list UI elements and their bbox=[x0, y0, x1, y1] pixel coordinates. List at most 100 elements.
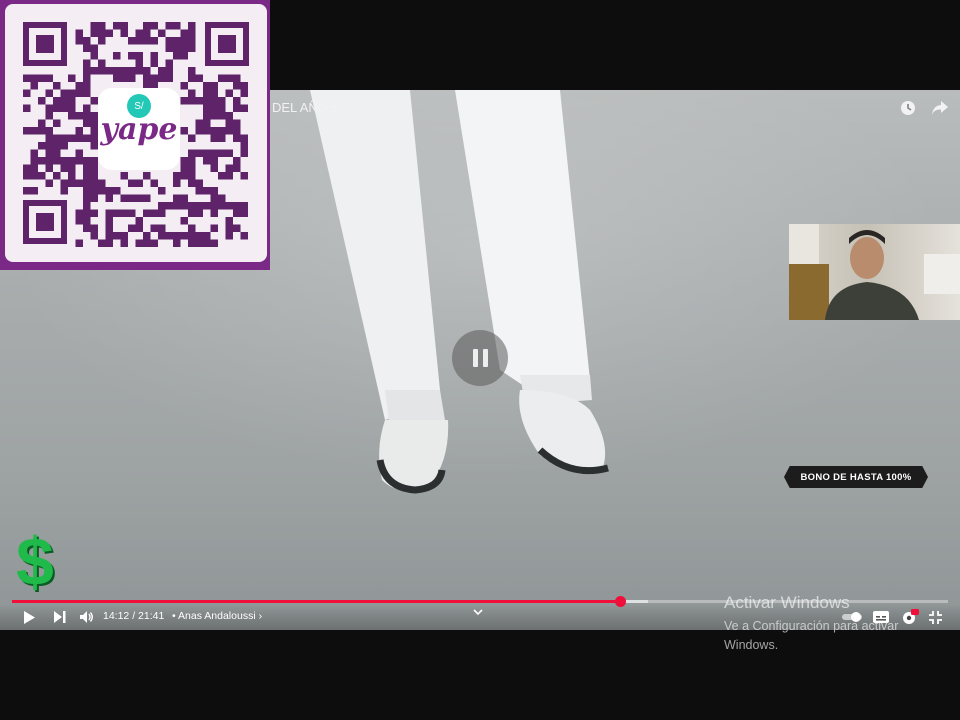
qr-module bbox=[23, 187, 31, 195]
webcam-feed bbox=[789, 224, 960, 320]
qr-module bbox=[180, 202, 188, 210]
qr-module bbox=[53, 97, 61, 105]
qr-module bbox=[150, 37, 158, 45]
qr-module bbox=[83, 59, 91, 67]
qr-module bbox=[75, 112, 83, 120]
qr-module bbox=[180, 44, 188, 52]
qr-module bbox=[105, 232, 113, 240]
qr-module bbox=[83, 202, 91, 210]
qr-module bbox=[188, 149, 196, 157]
qr-module bbox=[180, 127, 188, 135]
qr-module bbox=[68, 104, 76, 112]
qr-module bbox=[180, 194, 188, 202]
qr-module bbox=[165, 232, 173, 240]
qr-module bbox=[45, 142, 53, 150]
qr-module bbox=[53, 149, 61, 157]
qr-module bbox=[30, 157, 38, 165]
qr-module bbox=[210, 134, 218, 142]
qr-module bbox=[68, 97, 76, 105]
qr-module bbox=[150, 74, 158, 82]
qr-module bbox=[210, 209, 218, 217]
qr-module bbox=[75, 149, 83, 157]
qr-module bbox=[90, 29, 98, 37]
qr-module bbox=[233, 97, 241, 105]
qr-module bbox=[135, 224, 143, 232]
qr-module bbox=[23, 89, 31, 97]
center-pause-button[interactable] bbox=[452, 330, 508, 386]
qr-module bbox=[188, 89, 196, 97]
qr-module bbox=[203, 112, 211, 120]
qr-module bbox=[90, 164, 98, 172]
qr-module bbox=[180, 164, 188, 172]
qr-module bbox=[203, 97, 211, 105]
qr-module bbox=[75, 179, 83, 187]
qr-module bbox=[143, 209, 151, 217]
qr-module bbox=[188, 179, 196, 187]
qr-module bbox=[53, 172, 61, 180]
qr-module bbox=[195, 119, 203, 127]
qr-module bbox=[53, 82, 61, 90]
volume-icon[interactable] bbox=[78, 608, 96, 626]
qr-module bbox=[158, 187, 166, 195]
qr-module bbox=[53, 104, 61, 112]
play-icon[interactable] bbox=[20, 608, 38, 626]
qr-module bbox=[68, 179, 76, 187]
qr-module bbox=[98, 59, 106, 67]
qr-module bbox=[143, 194, 151, 202]
qr-module bbox=[210, 89, 218, 97]
qr-module bbox=[135, 194, 143, 202]
qr-module bbox=[90, 134, 98, 142]
qr-module bbox=[180, 37, 188, 45]
qr-module bbox=[165, 202, 173, 210]
qr-module bbox=[60, 142, 68, 150]
qr-module bbox=[90, 187, 98, 195]
qr-module bbox=[128, 37, 136, 45]
clock-icon[interactable] bbox=[898, 98, 918, 118]
qr-module bbox=[150, 239, 158, 247]
qr-module bbox=[225, 74, 233, 82]
qr-module bbox=[210, 187, 218, 195]
qr-module bbox=[165, 67, 173, 75]
qr-module bbox=[60, 97, 68, 105]
qr-module bbox=[210, 149, 218, 157]
qr-module bbox=[45, 164, 53, 172]
qr-module bbox=[45, 112, 53, 120]
qr-module bbox=[203, 187, 211, 195]
qr-module bbox=[135, 217, 143, 225]
qr-module bbox=[83, 89, 91, 97]
qr-module bbox=[30, 149, 38, 157]
share-icon[interactable] bbox=[930, 98, 950, 118]
qr-module bbox=[120, 172, 128, 180]
qr-module bbox=[225, 232, 233, 240]
qr-module bbox=[188, 172, 196, 180]
qr-module bbox=[105, 29, 113, 37]
qr-module bbox=[90, 97, 98, 105]
qr-module bbox=[68, 157, 76, 165]
qr-module bbox=[113, 209, 121, 217]
qr-module bbox=[128, 224, 136, 232]
qr-module bbox=[173, 239, 181, 247]
qr-module bbox=[203, 157, 211, 165]
qr-module bbox=[233, 119, 241, 127]
qr-module bbox=[90, 172, 98, 180]
qr-module bbox=[83, 119, 91, 127]
qr-module bbox=[53, 134, 61, 142]
qr-module bbox=[38, 157, 46, 165]
qr-module bbox=[158, 29, 166, 37]
qr-module bbox=[225, 149, 233, 157]
chevron-down-icon[interactable] bbox=[473, 608, 483, 619]
qr-module bbox=[195, 74, 203, 82]
qr-module bbox=[188, 134, 196, 142]
yape-logo-badge: S/ bbox=[127, 94, 151, 118]
qr-module bbox=[180, 217, 188, 225]
qr-module bbox=[203, 149, 211, 157]
next-icon[interactable] bbox=[51, 608, 69, 626]
qr-module bbox=[83, 82, 91, 90]
qr-module bbox=[233, 127, 241, 135]
qr-module bbox=[83, 74, 91, 82]
qr-module bbox=[45, 127, 53, 135]
pause-bar-right bbox=[482, 349, 488, 367]
channel-link[interactable]: • Anas Andaloussi › bbox=[172, 610, 262, 622]
qr-module bbox=[210, 239, 218, 247]
qr-module bbox=[240, 82, 248, 90]
